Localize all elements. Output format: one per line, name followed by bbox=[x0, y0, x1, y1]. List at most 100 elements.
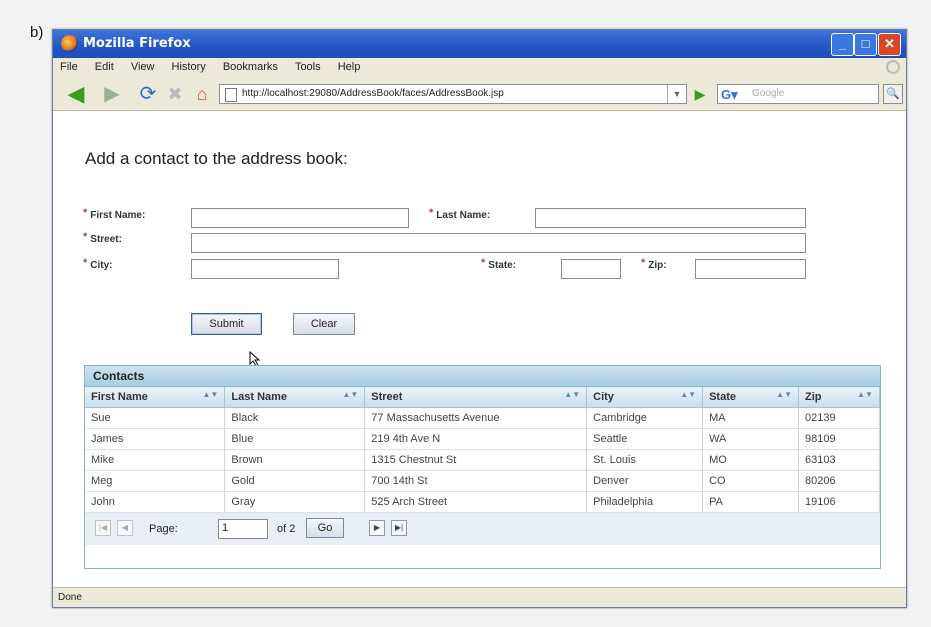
search-input[interactable]: G▾ Google bbox=[717, 84, 879, 104]
contacts-table: Contacts First Name ▲▼ Last Name ▲▼ Street… bbox=[84, 365, 881, 569]
state-field[interactable] bbox=[561, 259, 621, 279]
page-icon bbox=[225, 88, 237, 102]
sort-icon[interactable]: ▲▼ bbox=[776, 390, 792, 399]
next-page-icon[interactable]: ▶ bbox=[369, 520, 385, 536]
window-title: Mozilla Firefox bbox=[83, 36, 191, 51]
sort-icon[interactable]: ▲▼ bbox=[857, 390, 873, 399]
minimize-button[interactable]: _ bbox=[831, 33, 854, 56]
cell-street: 525 Arch Street bbox=[364, 491, 588, 513]
first-name-field[interactable] bbox=[191, 208, 409, 228]
home-icon[interactable]: ⌂ bbox=[191, 84, 213, 104]
menu-tools[interactable]: Tools bbox=[288, 58, 328, 73]
cell-city: Seattle bbox=[586, 428, 704, 450]
street-field[interactable] bbox=[191, 233, 806, 253]
column-header-street[interactable]: Street ▲▼ bbox=[364, 387, 588, 408]
cell-city: St. Louis bbox=[586, 449, 704, 471]
search-placeholder: Google bbox=[752, 88, 785, 99]
address-bar[interactable]: http://localhost:29080/AddressBook/faces… bbox=[219, 84, 687, 104]
go-arrow-icon[interactable]: ▶ bbox=[690, 84, 710, 104]
navigation-toolbar: ◀ ▶ ⟳ ✖ ⌂ http://localhost:29080/Address… bbox=[53, 78, 906, 111]
page-number-input[interactable]: 1 bbox=[218, 519, 268, 539]
table-pager: |◀ ◀ Page: 1 of 2 Go ▶ ▶| bbox=[85, 513, 880, 545]
menu-view[interactable]: View bbox=[124, 58, 162, 73]
column-header-zip[interactable]: Zip ▲▼ bbox=[798, 387, 880, 408]
sort-icon[interactable]: ▲▼ bbox=[342, 390, 358, 399]
previous-page-icon[interactable]: ◀ bbox=[117, 520, 133, 536]
column-header-state[interactable]: State ▲▼ bbox=[702, 387, 800, 408]
search-icon[interactable]: 🔍 bbox=[883, 84, 903, 104]
browser-window: Mozilla Firefox _ □ ✕ File Edit View His… bbox=[52, 29, 907, 608]
menu-file[interactable]: File bbox=[53, 58, 85, 73]
stop-icon[interactable]: ✖ bbox=[165, 84, 185, 104]
sort-icon[interactable]: ▲▼ bbox=[680, 390, 696, 399]
state-label: * State: bbox=[481, 257, 517, 271]
cell-first-name: Sue bbox=[85, 407, 226, 429]
clear-button[interactable]: Clear bbox=[293, 313, 355, 335]
last-name-field[interactable] bbox=[535, 208, 806, 228]
cell-state: PA bbox=[702, 491, 800, 513]
forward-arrow-icon[interactable]: ▶ bbox=[99, 84, 125, 104]
required-marker: * bbox=[83, 257, 88, 269]
zip-field[interactable] bbox=[695, 259, 806, 279]
go-button[interactable]: Go bbox=[306, 518, 344, 538]
cell-street: 700 14th St bbox=[364, 470, 588, 492]
column-header-first-name[interactable]: First Name ▲▼ bbox=[85, 387, 226, 408]
cell-last-name: Black bbox=[224, 407, 366, 429]
table-row: James Blue 219 4th Ave N Seattle WA 9810… bbox=[85, 428, 880, 450]
throbber-icon bbox=[886, 60, 900, 74]
table-row: Mike Brown 1315 Chestnut St St. Louis MO… bbox=[85, 449, 880, 471]
menu-bookmarks[interactable]: Bookmarks bbox=[216, 58, 285, 73]
last-page-icon[interactable]: ▶| bbox=[391, 520, 407, 536]
cell-zip: 98109 bbox=[798, 428, 880, 450]
cell-city: Philadelphia bbox=[586, 491, 704, 513]
chevron-down-icon[interactable]: ▼ bbox=[667, 85, 686, 103]
cell-city: Denver bbox=[586, 470, 704, 492]
last-name-label: * Last Name: bbox=[429, 207, 491, 221]
cell-zip: 02139 bbox=[798, 407, 880, 429]
first-name-label: * First Name: bbox=[83, 207, 146, 221]
cell-street: 1315 Chestnut St bbox=[364, 449, 588, 471]
cell-last-name: Brown bbox=[224, 449, 366, 471]
cell-first-name: Meg bbox=[85, 470, 226, 492]
cell-last-name: Gray bbox=[224, 491, 366, 513]
cell-zip: 63103 bbox=[798, 449, 880, 471]
sort-icon[interactable]: ▲▼ bbox=[203, 390, 219, 399]
table-header-row: First Name ▲▼ Last Name ▲▼ Street ▲▼ City ▲▼… bbox=[85, 387, 880, 408]
submit-button[interactable]: Submit bbox=[191, 313, 262, 335]
status-bar: Done bbox=[53, 587, 906, 607]
zip-label: * Zip: bbox=[641, 257, 667, 271]
city-field[interactable] bbox=[191, 259, 339, 279]
table-row: Sue Black 77 Massachusetts Avenue Cambri… bbox=[85, 407, 880, 429]
cell-street: 219 4th Ave N bbox=[364, 428, 588, 450]
maximize-button[interactable]: □ bbox=[854, 33, 877, 56]
title-bar: Mozilla Firefox _ □ ✕ bbox=[53, 30, 906, 58]
close-button[interactable]: ✕ bbox=[878, 33, 901, 56]
cell-zip: 80206 bbox=[798, 470, 880, 492]
cell-last-name: Blue bbox=[224, 428, 366, 450]
cell-zip: 19106 bbox=[798, 491, 880, 513]
required-marker: * bbox=[83, 207, 88, 219]
cell-state: CO bbox=[702, 470, 800, 492]
city-label: * City: bbox=[83, 257, 113, 271]
firefox-logo-icon bbox=[61, 35, 78, 52]
menu-help[interactable]: Help bbox=[331, 58, 368, 73]
column-header-city[interactable]: City ▲▼ bbox=[586, 387, 704, 408]
sort-icon[interactable]: ▲▼ bbox=[564, 390, 580, 399]
cell-last-name: Gold bbox=[224, 470, 366, 492]
google-logo-icon[interactable]: G▾ bbox=[721, 86, 738, 104]
required-marker: * bbox=[429, 207, 434, 219]
page-content: Add a contact to the address book: * Firs… bbox=[53, 111, 906, 587]
menu-edit[interactable]: Edit bbox=[88, 58, 121, 73]
page-count-label: of 2 bbox=[277, 523, 296, 535]
back-arrow-icon[interactable]: ◀ bbox=[61, 83, 91, 105]
required-marker: * bbox=[83, 231, 88, 243]
street-label: * Street: bbox=[83, 231, 122, 245]
cell-state: MO bbox=[702, 449, 800, 471]
page-title: Add a contact to the address book: bbox=[85, 149, 348, 168]
table-row: Meg Gold 700 14th St Denver CO 80206 bbox=[85, 470, 880, 492]
first-page-icon[interactable]: |◀ bbox=[95, 520, 111, 536]
table-row: John Gray 525 Arch Street Philadelphia P… bbox=[85, 491, 880, 513]
reload-icon[interactable]: ⟳ bbox=[137, 84, 159, 104]
column-header-last-name[interactable]: Last Name ▲▼ bbox=[224, 387, 366, 408]
menu-history[interactable]: History bbox=[165, 58, 213, 73]
